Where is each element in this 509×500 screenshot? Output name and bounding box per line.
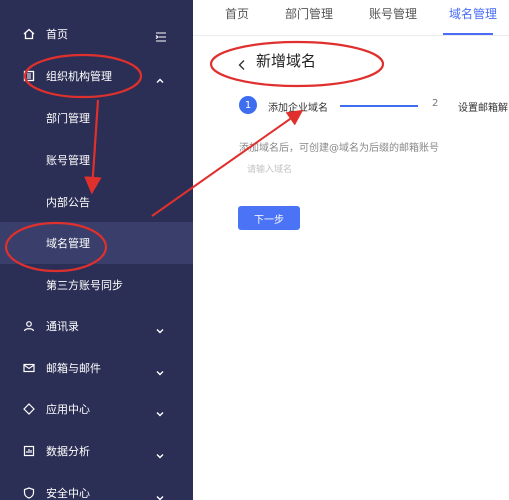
- top-tabs: 首页 部门管理 账号管理 域名管理: [193, 0, 509, 36]
- page-title: 新增域名: [256, 52, 317, 70]
- app-root: 首页 组织机构管理 部门管理 账号管理 内部公告 域名管理 第三方账号同步 通讯…: [0, 0, 509, 500]
- chevron-down-icon: [155, 404, 165, 417]
- step-2-label: 设置邮箱解: [458, 103, 508, 114]
- sidebar-subitem-dept[interactable]: 部门管理: [0, 97, 193, 139]
- tab-dept[interactable]: 部门管理: [285, 5, 333, 22]
- sidebar-item-org-label: 组织机构管理: [46, 70, 112, 83]
- sidebar-item-label: 应用中心: [46, 403, 90, 416]
- chart-icon: [22, 444, 36, 458]
- person-icon: [22, 319, 36, 333]
- sidebar-subitem-label: 账号管理: [46, 154, 90, 167]
- sidebar-subitem-notice[interactable]: 内部公告: [0, 181, 193, 223]
- sidebar-item-analytics[interactable]: 数据分析: [0, 430, 193, 472]
- home-icon: [22, 27, 36, 41]
- sidebar-subitem-label: 第三方账号同步: [46, 279, 123, 292]
- active-tab-indicator: [443, 33, 493, 35]
- step-2-indicator: 2: [432, 98, 439, 109]
- tab-account[interactable]: 账号管理: [369, 5, 417, 22]
- chevron-down-icon: [155, 446, 165, 459]
- back-arrow-icon[interactable]: [237, 56, 247, 70]
- step-1-label: 添加企业域名: [268, 103, 328, 114]
- chevron-down-icon: [155, 488, 165, 500]
- shield-icon: [22, 486, 36, 500]
- tab-home[interactable]: 首页: [225, 5, 249, 22]
- next-step-button[interactable]: 下一步: [238, 206, 300, 230]
- collapse-menu-icon[interactable]: [155, 28, 167, 42]
- domain-hint-text: 添加域名后，可创建@域名为后缀的邮箱账号: [239, 143, 439, 154]
- sidebar-subitem-label: 域名管理: [46, 237, 90, 250]
- sidebar-subitem-label: 内部公告: [46, 196, 90, 209]
- sidebar-subitem-thirdparty[interactable]: 第三方账号同步: [0, 264, 193, 306]
- chevron-down-icon: [155, 321, 165, 334]
- sidebar-item-home-label: 首页: [46, 28, 68, 41]
- sidebar-item-contacts[interactable]: 通讯录: [0, 305, 193, 347]
- sidebar-item-label: 通讯录: [46, 320, 79, 333]
- sidebar-item-apps[interactable]: 应用中心: [0, 388, 193, 430]
- step-1-indicator: 1: [239, 96, 257, 114]
- tab-domain[interactable]: 域名管理: [449, 5, 497, 22]
- sidebar-item-label: 安全中心: [46, 487, 90, 500]
- sidebar-item-security[interactable]: 安全中心: [0, 472, 193, 500]
- domain-input[interactable]: [239, 158, 439, 180]
- chevron-down-icon: [155, 363, 165, 376]
- sidebar: 首页 组织机构管理 部门管理 账号管理 内部公告 域名管理 第三方账号同步 通讯…: [0, 0, 193, 500]
- sidebar-subitem-domain[interactable]: 域名管理: [0, 222, 193, 264]
- sidebar-item-org[interactable]: 组织机构管理: [0, 55, 193, 97]
- sidebar-item-mail[interactable]: 邮箱与邮件: [0, 347, 193, 389]
- sidebar-subitem-account[interactable]: 账号管理: [0, 139, 193, 181]
- apps-icon: [22, 402, 36, 416]
- step-connector: [340, 105, 418, 107]
- org-icon: [22, 69, 36, 83]
- sidebar-subitem-label: 部门管理: [46, 112, 90, 125]
- sidebar-item-label: 数据分析: [46, 445, 90, 458]
- sidebar-item-label: 邮箱与邮件: [46, 362, 101, 375]
- chevron-up-icon: [155, 71, 165, 83]
- mail-icon: [22, 361, 36, 375]
